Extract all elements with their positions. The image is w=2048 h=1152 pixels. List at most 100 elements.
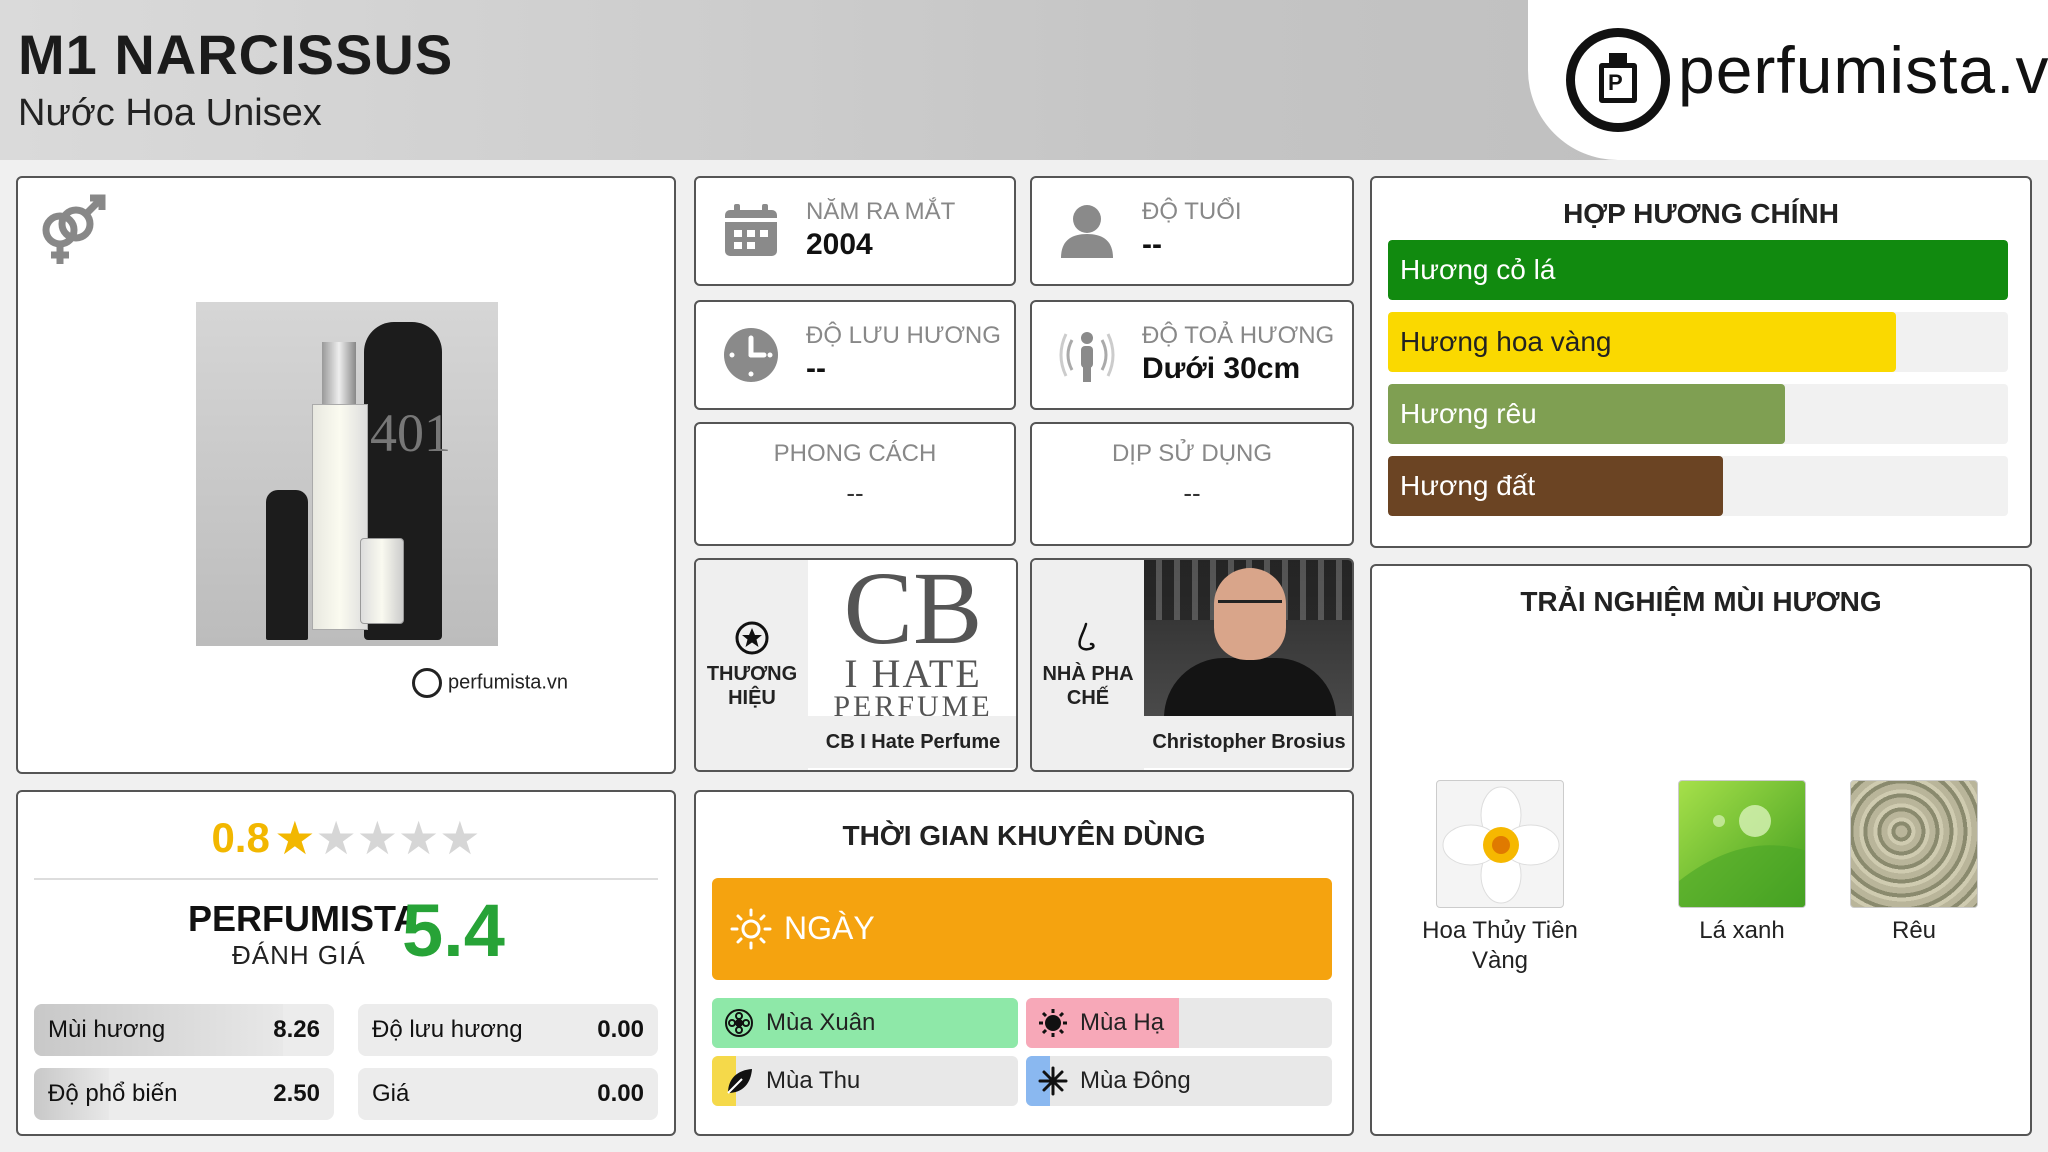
release-year-label: NĂM RA MẮT xyxy=(806,198,956,225)
perfumer-photo xyxy=(1144,560,1352,716)
metric-name: Mùi hương xyxy=(48,1016,166,1043)
metric-value: 8.26 xyxy=(273,1016,320,1043)
day-label: NGÀY xyxy=(784,910,875,946)
longevity-value: -- xyxy=(806,352,826,385)
brand-logo-image: CB I HATE PERFUME xyxy=(808,558,1016,722)
brand-name: CB I Hate Perfume xyxy=(808,716,1016,768)
tile-occasion: DỊP SỬ DỤNG -- xyxy=(1030,422,1354,546)
narcissus-flower-image xyxy=(1436,780,1564,908)
accord-bar: Hương đất xyxy=(1388,456,2008,516)
rating-metric: Độ phổ biến 2.50 xyxy=(34,1068,334,1120)
perfumista-rating-label: PERFUMISTA xyxy=(188,898,420,939)
header: M1 NARCISSUS Nước Hoa Unisex P perfumist… xyxy=(0,0,2048,160)
tile-age: ĐỘ TUỔI -- xyxy=(1030,176,1354,286)
star-icon: ★ xyxy=(315,812,357,864)
leaf-icon xyxy=(724,1066,754,1096)
notes-card: TRẢI NGHIỆM MÙI HƯƠNG Hoa Thủy Tiên Vàng… xyxy=(1370,564,2032,1136)
moss-image xyxy=(1850,780,1978,908)
brand-logo-ihate: I HATE xyxy=(844,651,982,696)
calendar-icon xyxy=(725,204,777,256)
style-label: PHONG CÁCH xyxy=(773,440,937,467)
brand-card[interactable]: THƯƠNG HIỆU CB I HATE PERFUME CB I Hate … xyxy=(694,558,1018,772)
season-name: Mùa Thu xyxy=(766,1067,861,1094)
season-name: Mùa Xuân xyxy=(766,1009,876,1036)
brand-label-area: THƯƠNG HIỆU xyxy=(696,560,808,770)
nose-icon xyxy=(1078,622,1095,651)
note-name: Rêu xyxy=(1891,917,1937,944)
accords-card: HỢP HƯƠNG CHÍNH Hương cỏ lá Hương hoa vàn… xyxy=(1370,176,2032,548)
perfumista-rating-sub: ĐÁNH GIÁ xyxy=(232,940,366,970)
season-bar: Mùa Xuân xyxy=(712,998,1018,1048)
tile-release-year: NĂM RA MẮT 2004 xyxy=(694,176,1016,286)
clock-icon xyxy=(724,328,778,382)
style-value: -- xyxy=(846,478,864,508)
brand-logo-cb: CB xyxy=(843,558,983,666)
day-usage-bar: NGÀY xyxy=(712,878,1332,980)
unisex-icon xyxy=(42,194,106,264)
recommended-title: THỜI GIAN KHUYÊN DÙNG xyxy=(842,820,1206,851)
accord-name: Hương hoa vàng xyxy=(1400,326,1612,357)
metric-name: Độ lưu hương xyxy=(372,1016,523,1043)
accord-bar: Hương rêu xyxy=(1388,384,2008,444)
flower-icon xyxy=(724,1008,754,1038)
tile-longevity: ĐỘ LƯU HƯƠNG -- xyxy=(694,300,1016,410)
watermark-text: perfumista.vn xyxy=(448,671,569,694)
rating-metric: Giá 0.00 xyxy=(358,1068,658,1120)
metric-value: 0.00 xyxy=(597,1080,644,1107)
season-name: Mùa Đông xyxy=(1080,1067,1191,1094)
season-name: Mùa Hạ xyxy=(1080,1009,1165,1036)
rating-metric: Mùi hương 8.26 xyxy=(34,1004,334,1056)
tile-sillage: ĐỘ TOẢ HƯƠNG Dưới 30cm xyxy=(1030,300,1354,410)
star-circle-icon xyxy=(735,621,769,655)
season-bar: Mùa Đông xyxy=(1026,1056,1332,1106)
metric-value: 0.00 xyxy=(597,1016,644,1043)
logo-text: perfumista.vn xyxy=(1678,33,2048,107)
metric-name: Giá xyxy=(372,1080,410,1107)
rating-divider xyxy=(34,878,658,880)
recommended-time-card: THỜI GIAN KHUYÊN DÙNG NGÀY Mùa Xuân Mùa H… xyxy=(694,790,1354,1136)
rating-score: 0.8 xyxy=(211,814,270,861)
sillage-value: Dưới 30cm xyxy=(1142,352,1301,385)
green-leaf-image xyxy=(1678,780,1806,908)
perfumer-name: Christopher Brosius xyxy=(1144,716,1352,768)
rating-metric: Độ lưu hương 0.00 xyxy=(358,1004,658,1056)
sun-outline-icon xyxy=(730,908,772,950)
accord-bar: Hương cỏ lá xyxy=(1388,240,2008,300)
star-icon: ★ xyxy=(439,812,481,864)
note-item-green-leaf[interactable]: Lá xanh xyxy=(1642,780,1842,946)
release-year-value: 2004 xyxy=(806,228,873,261)
tile-style: PHONG CÁCH -- xyxy=(694,422,1016,546)
notes-title: TRẢI NGHIỆM MÙI HƯƠNG xyxy=(1520,586,1882,617)
radiate-icon xyxy=(1059,332,1115,382)
accords-title: HỢP HƯƠNG CHÍNH xyxy=(1563,198,1839,229)
snowflake-icon xyxy=(1038,1066,1068,1096)
metric-value: 2.50 xyxy=(273,1080,320,1107)
user-rating: 0.8 ★★★★★ xyxy=(18,814,674,862)
longevity-label: ĐỘ LƯU HƯƠNG xyxy=(806,322,1001,349)
metric-name: Độ phổ biến xyxy=(48,1080,178,1107)
age-value: -- xyxy=(1142,228,1162,261)
photo-watermark: perfumista.vn xyxy=(412,668,568,698)
perfumista-small-logo-icon xyxy=(412,668,442,698)
perfumer-card[interactable]: NHÀ PHA CHẾ Christopher Brosius xyxy=(1030,558,1354,772)
star-icon: ★ xyxy=(274,812,316,864)
accord-name: Hương đất xyxy=(1400,470,1536,501)
accord-name: Hương rêu xyxy=(1400,398,1537,429)
perfumer-label-area: NHÀ PHA CHẾ xyxy=(1032,560,1144,770)
note-item-moss[interactable]: Rêu xyxy=(1814,780,2014,946)
rating-stars: ★★★★★ xyxy=(274,815,480,861)
sillage-label: ĐỘ TOẢ HƯƠNG xyxy=(1142,322,1335,349)
perfumer-label: NHÀ PHA CHẾ xyxy=(1042,663,1134,709)
note-name: Lá xanh xyxy=(1699,917,1785,944)
star-icon: ★ xyxy=(356,812,399,864)
person-icon xyxy=(1061,205,1113,258)
note-item-narcissus[interactable]: Hoa Thủy Tiên Vàng xyxy=(1400,780,1600,976)
page-subtitle: Nước Hoa Unisex xyxy=(18,92,322,134)
product-card: 401 perfumista.vn xyxy=(16,176,676,774)
season-bar: Mùa Hạ xyxy=(1026,998,1332,1048)
rating-card: 0.8 ★★★★★ PERFUMISTA ĐÁNH GIÁ 5.4 Mùi hư… xyxy=(16,790,676,1136)
brand-logo-link[interactable]: P perfumista.vn xyxy=(1528,0,2048,160)
sun-icon xyxy=(1038,1008,1068,1038)
occasion-label: DỊP SỬ DỤNG xyxy=(1111,440,1273,467)
page-title: M1 NARCISSUS xyxy=(18,23,454,86)
